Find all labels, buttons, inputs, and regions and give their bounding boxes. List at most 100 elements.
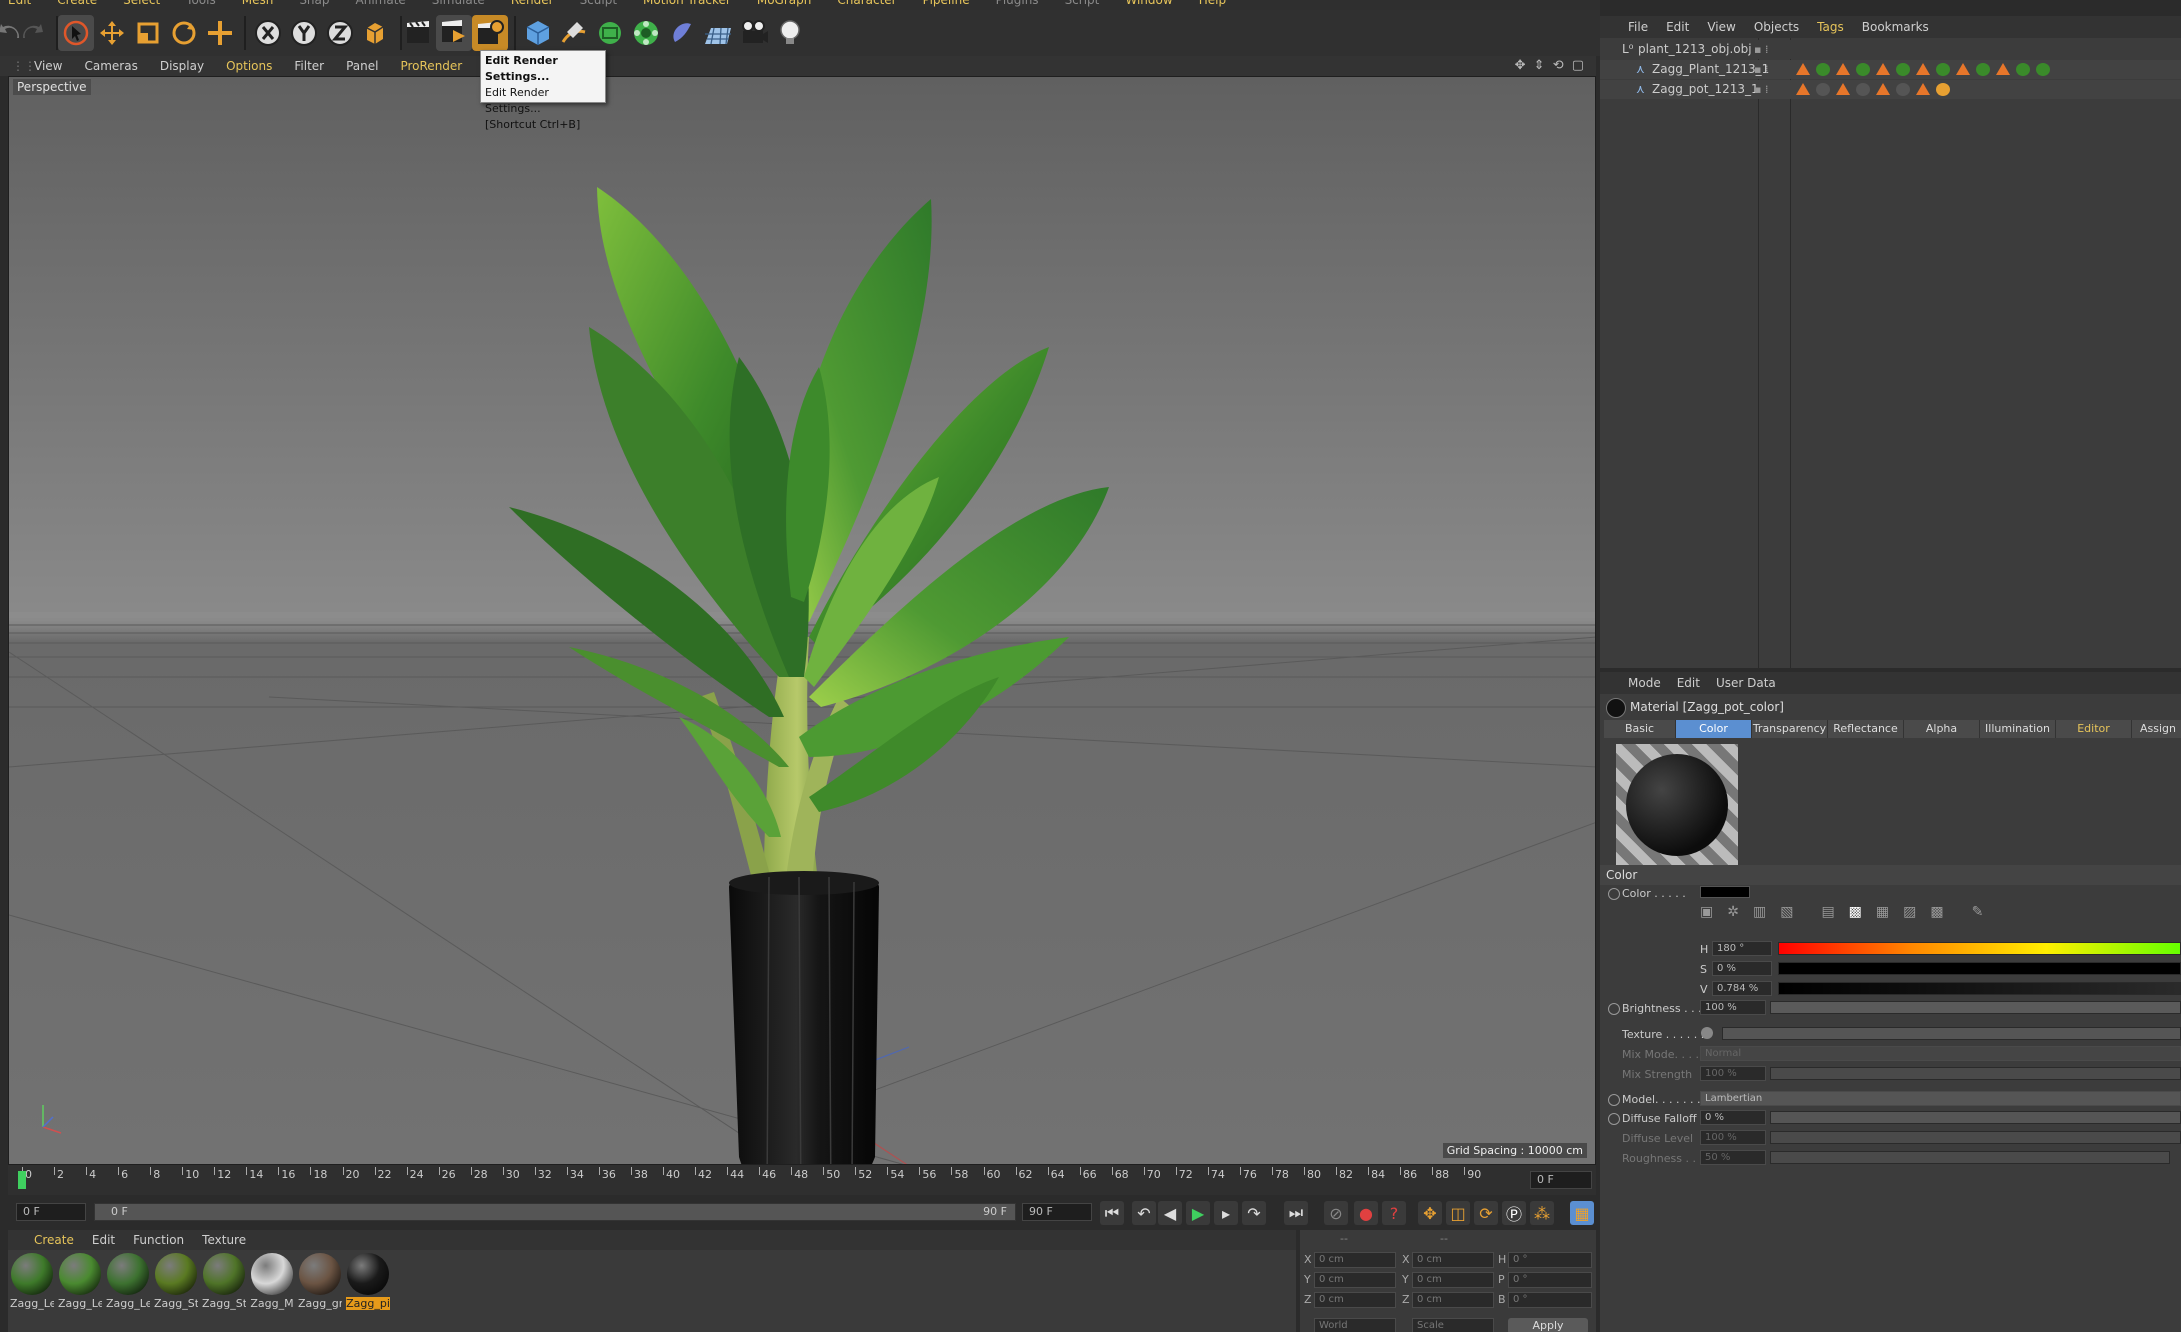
cloner-icon[interactable]	[628, 15, 664, 51]
h-field[interactable]: 180 °	[1712, 941, 1772, 956]
tab-reflectance[interactable]: Reflectance	[1828, 720, 1904, 738]
coord-pos-field[interactable]: 0 cm	[1314, 1252, 1396, 1268]
add-icon[interactable]	[202, 15, 238, 51]
brightness-animate-toggle[interactable]	[1608, 1003, 1620, 1015]
current-frame-field[interactable]: 0 F	[1530, 1171, 1592, 1189]
roughness-slider[interactable]	[1770, 1151, 2170, 1164]
material-swatch[interactable]: Zagg_M	[250, 1253, 294, 1313]
edit-render-settings-icon[interactable]	[472, 15, 508, 51]
end-frame-field[interactable]: 90 F	[1022, 1203, 1092, 1221]
timeline-layout-icon[interactable]: ▦	[1570, 1201, 1594, 1225]
menu-mesh[interactable]: Mesh	[242, 0, 274, 7]
menu-simulate[interactable]: Simulate	[432, 0, 485, 7]
uvw-tag-icon[interactable]	[1916, 63, 1930, 75]
coord-size-field[interactable]: 0 cm	[1412, 1272, 1494, 1288]
key-parameter-icon[interactable]: Ⓟ	[1502, 1201, 1526, 1225]
viewport-camera-label[interactable]: Perspective	[13, 79, 91, 95]
image-icon[interactable]: ▧	[1780, 904, 1793, 922]
material-swatch[interactable]: Zagg_pi	[346, 1253, 390, 1313]
render-view-icon[interactable]	[400, 15, 436, 51]
attribute-menu-mode[interactable]: Mode	[1628, 672, 1661, 694]
attribute-menu-user-data[interactable]: User Data	[1716, 672, 1776, 694]
color-picker-mode-icons[interactable]: ▣ ✲ ▥ ▧ ▤ ▩ ▦ ▨ ▩ ✎	[1700, 904, 2040, 922]
hsv-mode-icon[interactable]: ▩	[1849, 904, 1862, 922]
uvw-tag-icon[interactable]	[1916, 83, 1930, 95]
key-point-level-icon[interactable]: ⁂	[1530, 1201, 1554, 1225]
deformer-icon[interactable]	[664, 15, 700, 51]
material-menu-create[interactable]: Create	[34, 1230, 74, 1250]
subdivision-icon[interactable]	[592, 15, 628, 51]
diffuse-level-slider[interactable]	[1770, 1131, 2181, 1144]
redo-icon[interactable]	[14, 15, 50, 51]
material-tag-icon[interactable]	[1896, 63, 1910, 76]
record-active-icon[interactable]: ●	[1354, 1201, 1378, 1225]
material-tag-icon[interactable]	[1816, 83, 1830, 96]
uvw-tag-icon[interactable]	[1876, 63, 1890, 75]
material-tag-icon[interactable]	[1896, 83, 1910, 96]
coord-rot-field[interactable]: 0 °	[1508, 1252, 1592, 1268]
viewport-menu-view[interactable]: View	[34, 56, 62, 76]
coordinate-system-icon[interactable]	[358, 15, 394, 51]
previous-key-icon[interactable]: ↶	[1132, 1201, 1156, 1225]
autokeying-icon[interactable]: ?	[1382, 1201, 1406, 1225]
diffuse-falloff-slider[interactable]	[1770, 1111, 2181, 1124]
color-animate-toggle[interactable]	[1608, 888, 1620, 900]
visibility-toggle-icon[interactable]: ▪ ⁞	[1754, 60, 1768, 79]
spectrum-icon[interactable]: ✲	[1727, 904, 1739, 922]
previous-frame-icon[interactable]: ◀	[1158, 1201, 1182, 1225]
viewport-menu-options[interactable]: Options	[226, 56, 272, 76]
object-name[interactable]: Zagg_pot_1213_1	[1652, 80, 1759, 99]
3d-viewport[interactable]: Perspective Grid Spacing : 10000 cm	[8, 76, 1596, 1165]
kelvin-mode-icon[interactable]: ▦	[1876, 904, 1889, 922]
viewport-nav-icons[interactable]: ✥ ⇕ ⟲ ▢	[1515, 56, 1586, 76]
roughness-field[interactable]: 50 %	[1700, 1150, 1766, 1165]
menu-select[interactable]: Select	[123, 0, 160, 7]
menu-character[interactable]: Character	[837, 0, 896, 7]
coord-rot-field[interactable]: 0 °	[1508, 1292, 1592, 1308]
apply-button[interactable]: Apply	[1508, 1318, 1588, 1332]
brightness-field[interactable]: 100 %	[1700, 1000, 1766, 1015]
tab-illumination[interactable]: Illumination	[1980, 720, 2056, 738]
menu-mograph[interactable]: MoGraph	[757, 0, 812, 7]
mix-strength-slider[interactable]	[1770, 1067, 2181, 1080]
next-key-icon[interactable]: ↷	[1242, 1201, 1266, 1225]
uvw-tag-icon[interactable]	[1836, 83, 1850, 95]
texture-menu-icon[interactable]	[1701, 1027, 1713, 1039]
material-swatch[interactable]: Zagg_Le	[10, 1253, 54, 1313]
object-name[interactable]: Zagg_Plant_1213_1	[1652, 60, 1769, 79]
v-field[interactable]: 0.784 %	[1712, 981, 1772, 996]
material-swatch[interactable]: Zagg_Le	[58, 1253, 102, 1313]
picture-icon[interactable]: ▥	[1753, 904, 1766, 922]
viewport-menu-display[interactable]: Display	[160, 56, 204, 76]
cube-icon[interactable]	[520, 15, 556, 51]
menu-help[interactable]: Help	[1199, 0, 1226, 7]
viewport-menu-cameras[interactable]: Cameras	[84, 56, 137, 76]
texture-field[interactable]	[1722, 1027, 2181, 1040]
timeline-playhead[interactable]	[18, 1171, 26, 1189]
mix-strength-field[interactable]: 100 %	[1700, 1066, 1766, 1081]
tab-alpha[interactable]: Alpha	[1904, 720, 1980, 738]
mixer-icon[interactable]: ▨	[1903, 904, 1916, 922]
object-row[interactable]: ⋏ Zagg_pot_1213_1 ▪ ⁞	[1600, 80, 2181, 99]
menu-sculpt[interactable]: Sculpt	[580, 0, 617, 7]
menu-plugins[interactable]: Plugins	[996, 0, 1039, 7]
saturation-slider[interactable]	[1778, 962, 2181, 975]
material-tag-icon[interactable]	[1856, 63, 1870, 76]
object-row[interactable]: ⋏ Zagg_Plant_1213_1 ▪ ⁞	[1600, 60, 2181, 79]
hue-slider[interactable]	[1778, 942, 2181, 955]
object-menu-objects[interactable]: Objects	[1754, 16, 1799, 38]
diffuse-falloff-animate-toggle[interactable]	[1608, 1113, 1620, 1125]
object-menu-bookmarks[interactable]: Bookmarks	[1862, 16, 1929, 38]
go-to-end-icon[interactable]: ⏭	[1284, 1201, 1308, 1225]
value-slider[interactable]	[1778, 982, 2181, 995]
eyedropper-icon[interactable]: ✎	[1972, 904, 1984, 922]
menu-pipeline[interactable]: Pipeline	[923, 0, 970, 7]
go-to-start-icon[interactable]: ⏮	[1100, 1201, 1124, 1225]
uvw-tag-icon[interactable]	[1796, 83, 1810, 95]
tab-transparency[interactable]: Transparency	[1752, 720, 1828, 738]
menu-tools[interactable]: Tools	[186, 0, 216, 7]
object-menu-file[interactable]: File	[1628, 16, 1648, 38]
z-axis-icon[interactable]	[322, 15, 358, 51]
rotate-icon[interactable]	[166, 15, 202, 51]
material-swatch[interactable]: Zagg_St	[202, 1253, 246, 1313]
